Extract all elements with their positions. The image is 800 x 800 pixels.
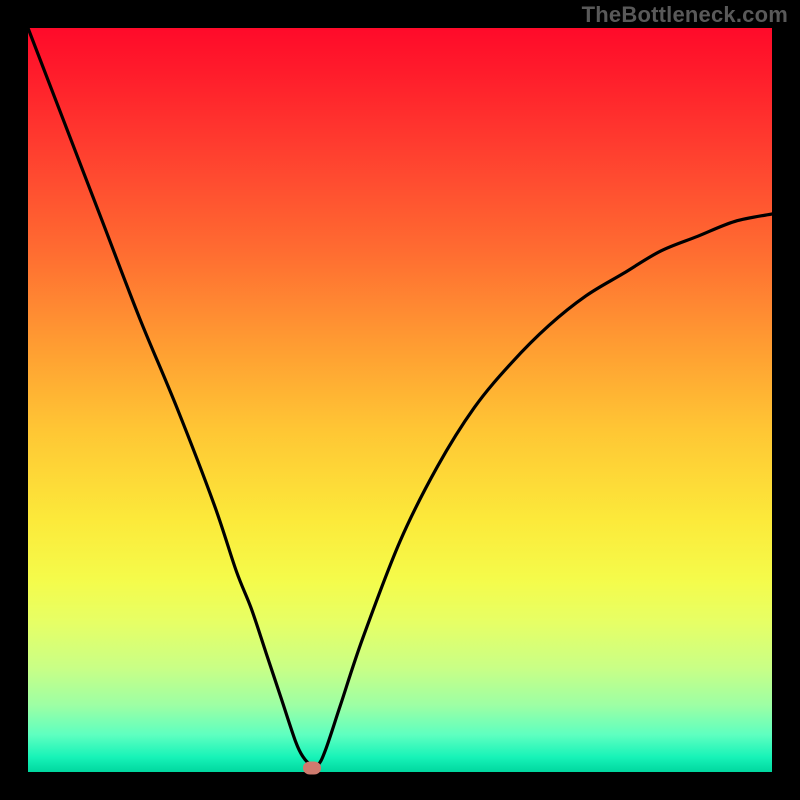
curve-svg <box>28 28 772 772</box>
chart-frame: TheBottleneck.com <box>0 0 800 800</box>
bottleneck-curve <box>28 28 772 766</box>
attribution-text: TheBottleneck.com <box>582 2 788 28</box>
plot-area <box>28 28 772 772</box>
optimal-point-marker <box>303 762 321 775</box>
